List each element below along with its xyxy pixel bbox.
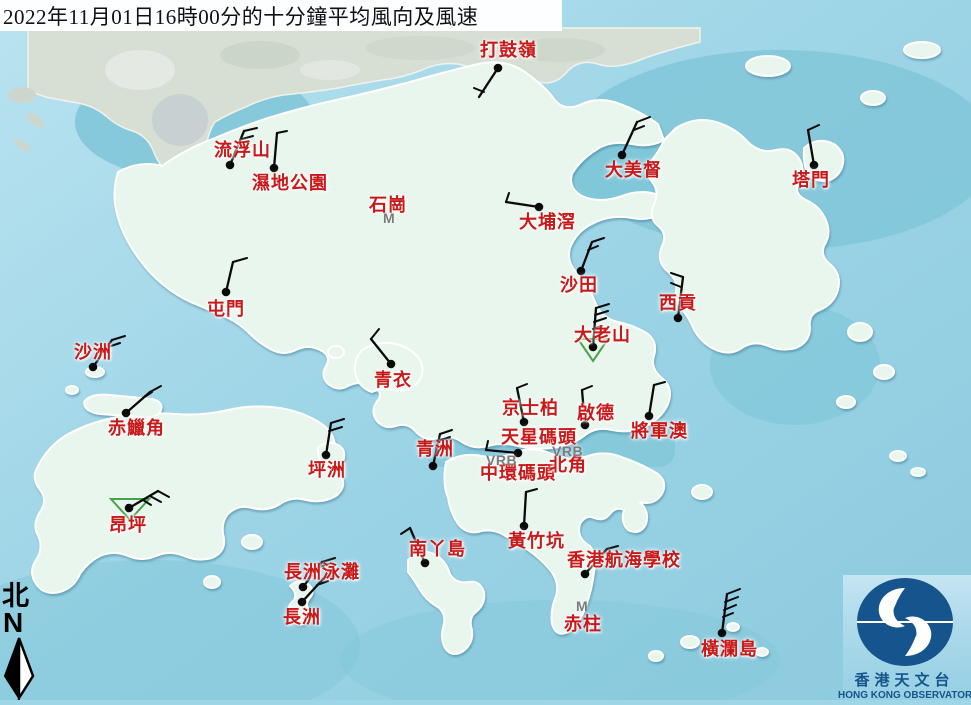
wind-barb-tick — [242, 136, 253, 139]
station-marker — [125, 504, 134, 513]
wind-barb-tick — [233, 258, 247, 262]
station-marker — [298, 598, 307, 607]
wind-barb-staff — [585, 549, 607, 574]
wind-barb-staff — [326, 423, 331, 455]
wind-barb-staff — [622, 122, 637, 155]
wind-barb-tick — [371, 329, 379, 339]
station-marker — [299, 583, 308, 592]
wind-barb-staff — [230, 131, 244, 165]
wind-barb-tick — [596, 304, 609, 308]
wind-barb-tick — [323, 575, 336, 579]
station-marker — [577, 267, 586, 276]
hko-logo-icon — [855, 576, 955, 668]
station-marker — [122, 409, 131, 418]
wind-barb-tick — [637, 117, 650, 122]
wind-barb-tick — [607, 546, 618, 549]
compass-north-letter: N — [3, 610, 38, 635]
north-arrow-icon — [2, 636, 36, 700]
wind-barb-tick — [526, 489, 537, 492]
station-marker — [222, 288, 231, 297]
wind-barb-tick — [322, 558, 335, 562]
station-marker — [494, 64, 503, 73]
wind-barb-tick — [671, 283, 681, 287]
map-title-bar: 2022年11月01日16時00分的十分鐘平均風向及風速 — [0, 0, 562, 31]
wind-barb-tick — [808, 125, 819, 130]
wind-barb-tick — [671, 273, 683, 277]
wind-barb-tick — [517, 384, 527, 388]
wind-barb-staff — [410, 528, 425, 563]
wind-barb-staff — [226, 262, 233, 292]
wind-barb-staff — [274, 133, 277, 168]
wind-barb-staff — [808, 130, 814, 165]
station-marker — [270, 164, 279, 173]
hko-logo: 香港天文台 HONG KONG OBSERVATORY — [838, 576, 971, 701]
wind-barb-staff — [582, 390, 585, 425]
station-marker — [810, 161, 819, 170]
wind-barb-staff — [649, 385, 654, 416]
wind-barb-staff — [506, 202, 539, 207]
station-marker — [618, 151, 627, 160]
wind-barb-staff — [581, 242, 592, 271]
wind-barb-tick — [244, 128, 257, 131]
wind-barb-tick — [654, 382, 665, 385]
hko-logo-cjk: 香港天文台 — [838, 669, 971, 690]
wind-barb-staff — [517, 388, 524, 422]
wind-barb-tick — [277, 131, 287, 133]
wind-barb-tick — [592, 238, 604, 242]
station-marker — [520, 418, 529, 427]
station-marker — [429, 462, 438, 471]
station-marker — [718, 629, 727, 638]
wind-barb-tick — [401, 528, 410, 534]
wind-barb-staff — [524, 492, 526, 526]
wind-barb-tick — [440, 430, 452, 434]
wind-barb-layer — [0, 0, 971, 700]
wind-barb-staff — [678, 277, 683, 318]
station-marker — [226, 161, 235, 170]
wind-barb-tick — [158, 491, 169, 497]
wind-barb-tick — [331, 419, 344, 423]
station-marker — [514, 449, 523, 458]
weather-map: 打鼓嶺流浮山濕地公園石崗M大美督塔門大埔滘沙田屯門西貢大老山沙洲青衣赤鱲角京士柏… — [0, 0, 971, 700]
wind-barb-tick — [112, 336, 125, 340]
wind-barb-staff — [371, 339, 391, 364]
wind-barb-tick — [582, 386, 592, 390]
station-marker — [421, 559, 430, 568]
station-marker — [581, 421, 590, 430]
station-marker — [589, 343, 598, 352]
wind-barb-staff — [93, 340, 112, 367]
station-marker — [645, 412, 654, 421]
station-marker — [674, 314, 683, 323]
wind-barb-tick — [506, 193, 509, 202]
map-title: 2022年11月01日16時00分的十分鐘平均風向及風速 — [0, 1, 478, 31]
wind-barb-staff — [479, 68, 498, 97]
wind-barb-staff — [486, 450, 518, 453]
wind-barb-tick — [486, 441, 488, 450]
station-marker — [89, 363, 98, 372]
station-marker — [387, 360, 396, 369]
station-marker — [535, 203, 544, 212]
wind-barb-staff — [433, 434, 440, 466]
compass-north-cjk: 北 — [2, 582, 38, 610]
wind-barb-tick — [150, 496, 161, 502]
station-marker — [581, 570, 590, 579]
north-compass: 北 N — [2, 582, 38, 705]
station-marker — [322, 451, 331, 460]
station-marker — [520, 522, 529, 531]
wind-barb-tick — [727, 589, 740, 594]
wind-barb-tick — [595, 311, 608, 315]
wind-barb-staff — [722, 594, 727, 633]
hko-logo-en: HONG KONG OBSERVATORY — [838, 690, 971, 701]
